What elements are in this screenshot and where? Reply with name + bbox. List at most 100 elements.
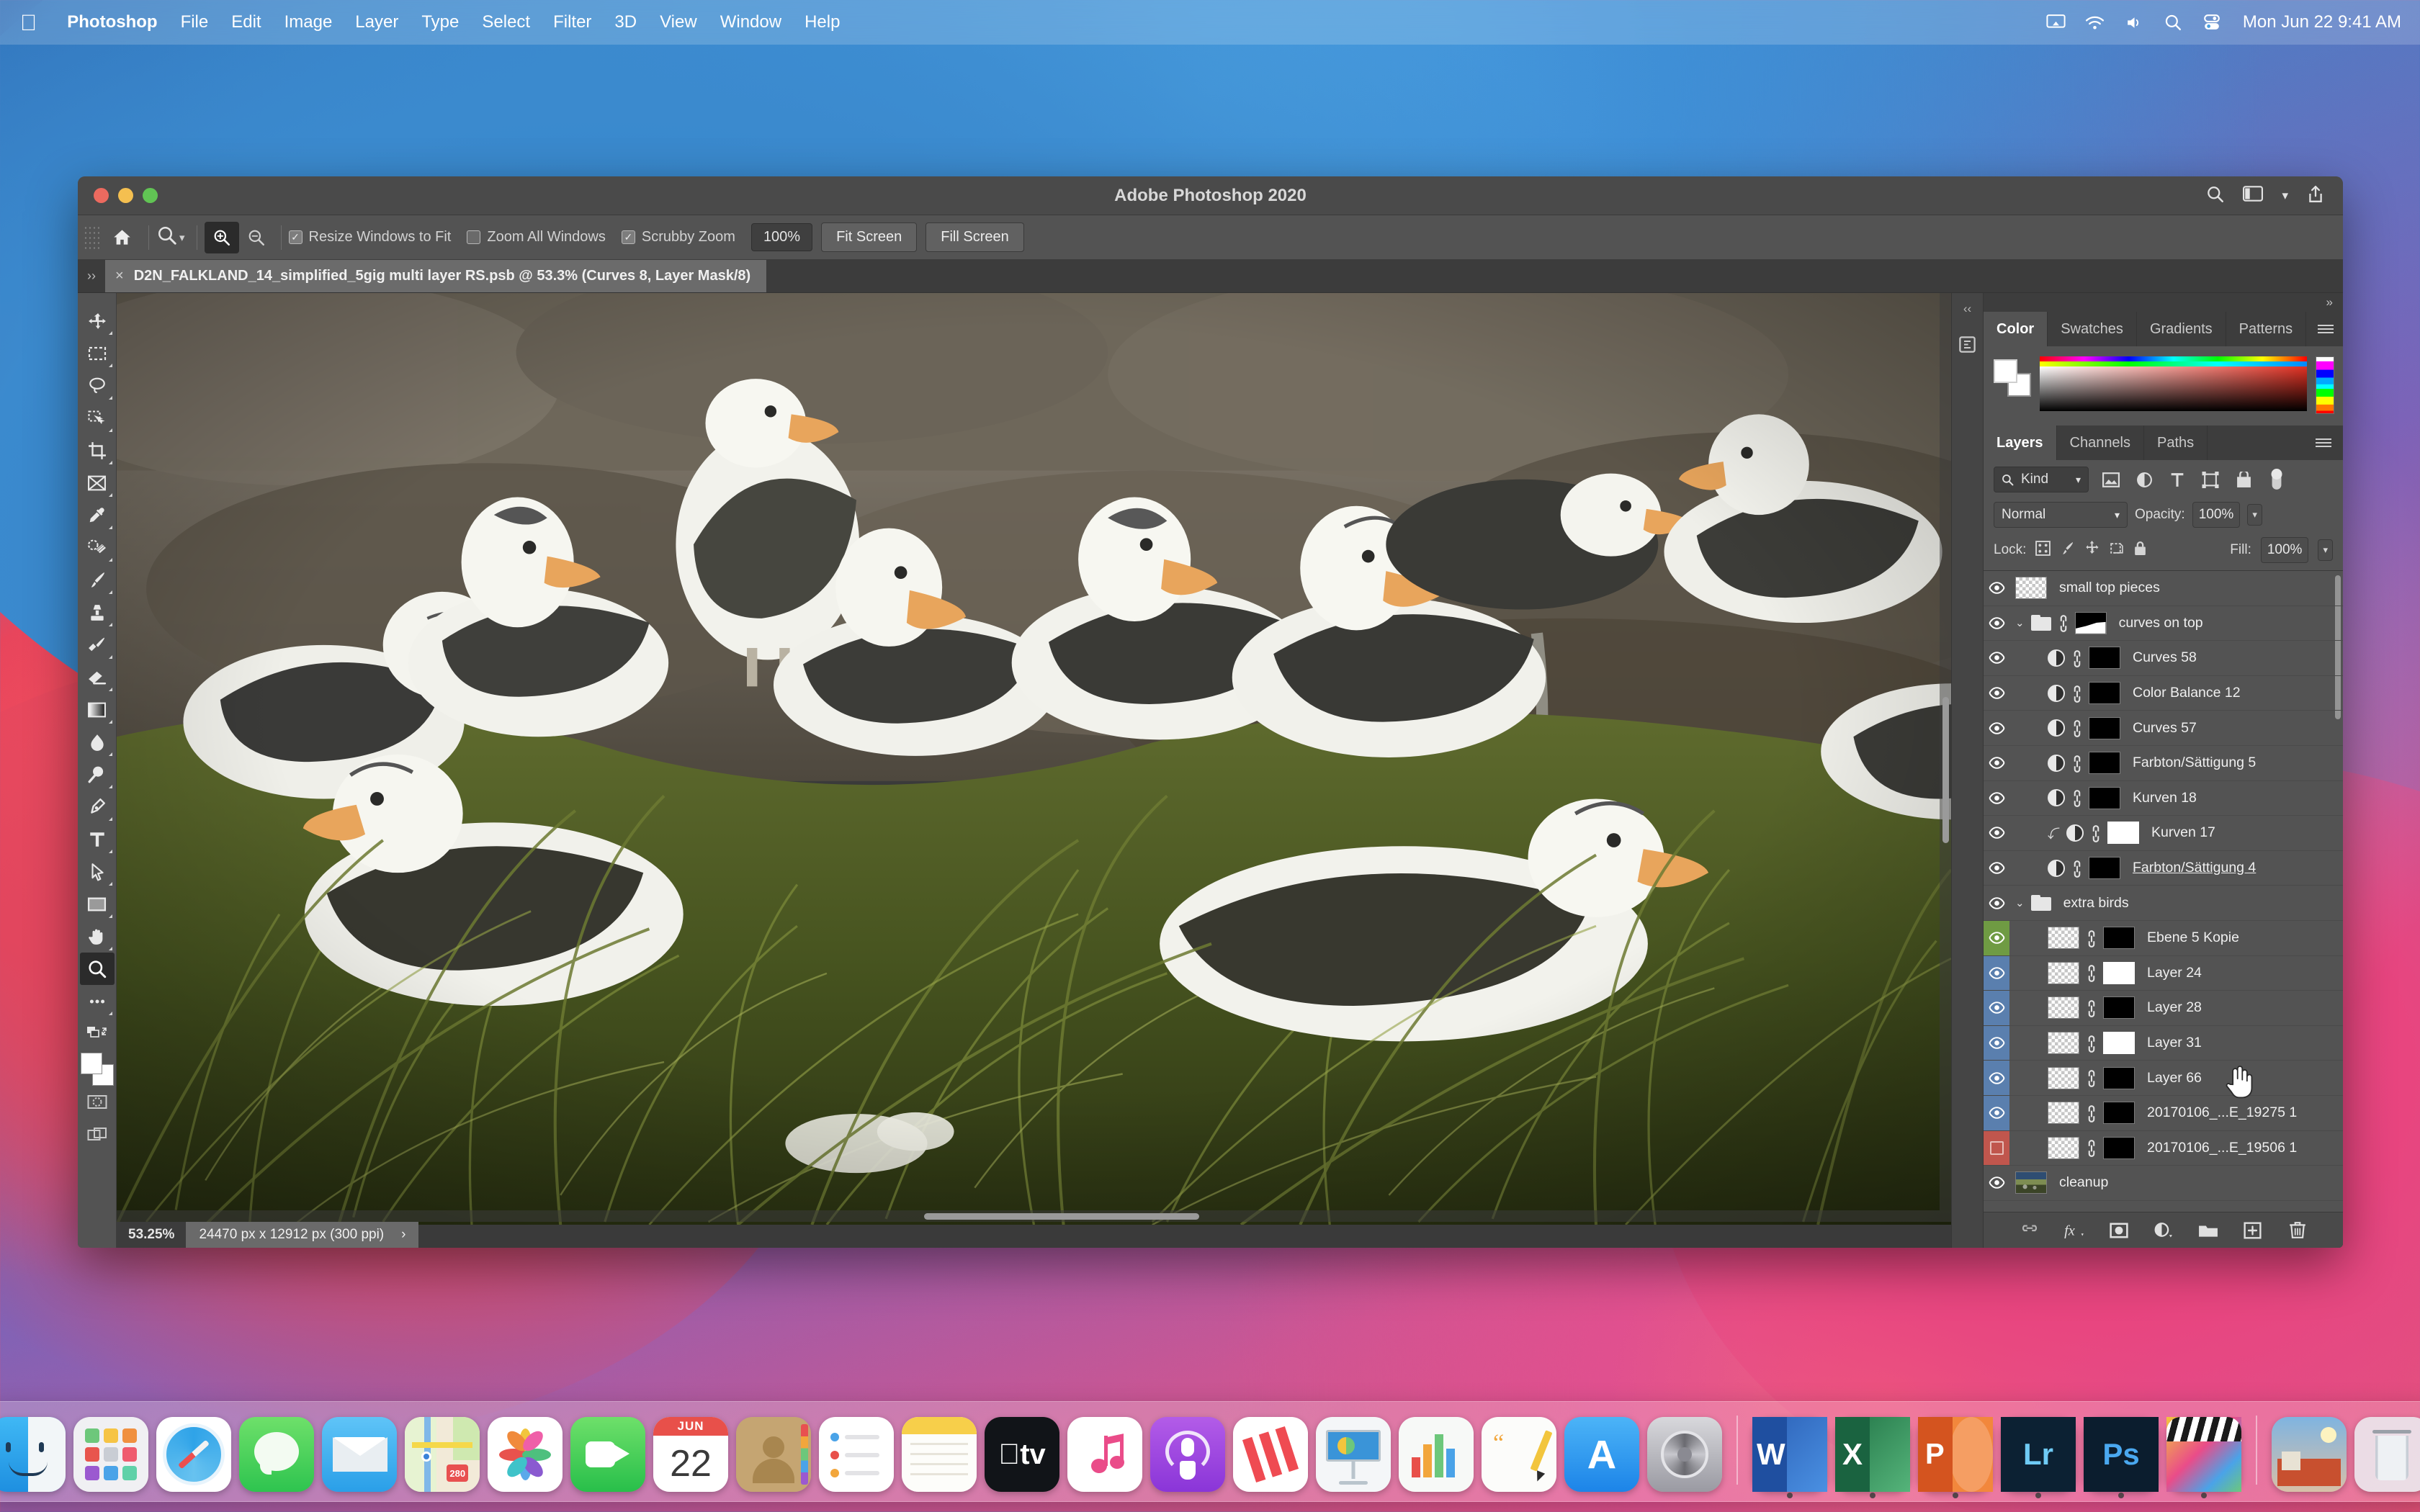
panel-collapse-bar[interactable]: » [1984, 293, 2343, 312]
move-tool[interactable] [80, 305, 115, 337]
brush-tool[interactable] [80, 564, 115, 596]
layer-list[interactable]: small top pieces ⌄ curves on top Curves 58 C… [1984, 571, 2343, 1212]
layer-thumbnail[interactable] [2015, 577, 2047, 600]
layer-thumbnail[interactable] [2048, 1102, 2079, 1125]
layer-row-body[interactable]: ⤵ Kurven 17 [2009, 822, 2343, 845]
lock-image-pixels-icon[interactable] [2060, 541, 2075, 559]
layer-row-body[interactable]: Farbton/Sättigung 4 [2009, 857, 2343, 880]
dock-item-messages[interactable] [239, 1417, 314, 1492]
dock-item-microsoft-powerpoint[interactable]: P [1918, 1417, 1993, 1498]
volume-icon[interactable] [2115, 15, 2154, 30]
chevron-down-icon[interactable]: ▾ [2282, 189, 2288, 203]
dock-item-adobe-lightroom[interactable]: Lr [2001, 1417, 2076, 1498]
tab-layers[interactable]: Layers [1984, 426, 2057, 460]
rectangular-marquee-tool[interactable] [80, 337, 115, 369]
dock-item-photos[interactable] [488, 1417, 563, 1492]
screen-mirroring-icon[interactable] [2037, 14, 2076, 30]
mask-link-icon[interactable] [2086, 930, 2097, 948]
layer-row[interactable]: Layer 28 [1984, 991, 2343, 1026]
layer-mask-thumbnail[interactable] [2103, 1102, 2135, 1125]
menu-item-window[interactable]: Window [709, 12, 793, 32]
fill-stepper-chevron-icon[interactable]: ▾ [2318, 539, 2333, 561]
frame-tool[interactable] [80, 467, 115, 499]
dock-item-microsoft-word[interactable]: W [1752, 1417, 1827, 1498]
adjustment-layer-thumbnail[interactable] [2066, 824, 2084, 842]
home-icon[interactable] [102, 228, 141, 246]
dock-item-numbers[interactable] [1399, 1417, 1474, 1492]
dock-item-downloads-stack[interactable] [2272, 1417, 2347, 1492]
layer-visibility-off-icon[interactable] [1984, 1130, 2009, 1166]
layer-visibility-eye-icon[interactable] [1984, 781, 2009, 816]
delete-layer-icon[interactable] [2285, 1220, 2310, 1241]
apple-logo-icon[interactable]:  [20, 12, 37, 34]
adjustment-layer-thumbnail[interactable] [2048, 684, 2065, 702]
wifi-icon[interactable] [2076, 15, 2115, 30]
layer-visibility-eye-icon[interactable] [1984, 1166, 2009, 1200]
checkbox-icon[interactable]: ✓ [288, 230, 302, 244]
color-panel-swatches[interactable] [1994, 359, 2031, 397]
dock-item-reminders[interactable] [819, 1417, 894, 1492]
zoom-tool-preset-icon[interactable] [156, 225, 178, 251]
layer-row[interactable]: Farbton/Sättigung 5 [1984, 746, 2343, 781]
minimize-button[interactable] [118, 188, 133, 203]
layer-row-body[interactable]: Curves 57 [2009, 716, 2343, 739]
share-icon[interactable] [2307, 185, 2324, 207]
dock-item-trash[interactable] [2354, 1417, 2420, 1492]
layer-mask-thumbnail[interactable] [2103, 1136, 2135, 1159]
layer-row[interactable]: Layer 66 [1984, 1061, 2343, 1096]
dock-item-mail[interactable] [322, 1417, 397, 1492]
dock-item-news[interactable] [1233, 1417, 1308, 1492]
canvas-horizontal-scrollbar[interactable] [117, 1210, 1951, 1222]
layer-row-body[interactable]: 20170106_...E_19506 1 [2009, 1136, 2343, 1159]
tab-paths[interactable]: Paths [2144, 426, 2208, 460]
zoom-percent-field[interactable]: 100% [750, 223, 813, 251]
dock-item-final-cut-pro[interactable] [2166, 1417, 2241, 1498]
dock-item-safari[interactable] [156, 1417, 231, 1492]
layer-mask-thumbnail[interactable] [2089, 752, 2120, 775]
layer-row[interactable]: Layer 31 [1984, 1025, 2343, 1061]
menu-item-select[interactable]: Select [470, 12, 542, 32]
menu-item-layer[interactable]: Layer [344, 12, 410, 32]
mask-link-icon[interactable] [2058, 614, 2069, 633]
document-canvas[interactable]: 53.25% 24470 px x 12912 px (300 ppi) › [117, 293, 1951, 1248]
layer-row-body[interactable]: Layer 31 [2009, 1032, 2343, 1055]
tab-channels[interactable]: Channels [2057, 426, 2145, 460]
dock-item-tv[interactable]: tv [985, 1417, 1059, 1492]
dock-item-facetime[interactable] [570, 1417, 645, 1492]
add-layer-style-icon[interactable]: fx [2062, 1220, 2087, 1241]
adjustment-layer-thumbnail[interactable] [2048, 719, 2065, 737]
add-layer-mask-icon[interactable] [2107, 1220, 2131, 1241]
foreground-background-color-swatch[interactable] [80, 1053, 114, 1086]
layer-row[interactable]: 20170106_...E_19506 1 [1984, 1130, 2343, 1166]
layer-mask-thumbnail[interactable] [2107, 822, 2139, 845]
layer-row[interactable]: cleanup [1984, 1166, 2343, 1201]
menu-item-view[interactable]: View [648, 12, 709, 32]
lock-artboard-icon[interactable] [2109, 541, 2124, 559]
layer-thumbnail[interactable] [2015, 1171, 2047, 1194]
layer-mask-thumbnail[interactable] [2089, 682, 2120, 705]
layer-mask-thumbnail[interactable] [2103, 1032, 2135, 1055]
tab-patterns[interactable]: Patterns [2226, 312, 2307, 346]
properties-panel-icon[interactable] [1958, 335, 1977, 358]
tab-gradients[interactable]: Gradients [2137, 312, 2226, 346]
lock-transparent-pixels-icon[interactable] [2035, 541, 2051, 559]
layer-visibility-eye-icon[interactable] [1984, 641, 2009, 675]
layer-row-body[interactable]: Curves 58 [2009, 647, 2343, 670]
layer-row-body[interactable]: Layer 24 [2009, 961, 2343, 984]
checkbox-icon[interactable] [467, 230, 481, 244]
menu-item-edit[interactable]: Edit [220, 12, 272, 32]
fill-value[interactable]: 100% [2260, 537, 2309, 563]
layer-mask-thumbnail[interactable] [2103, 961, 2135, 984]
status-document-size[interactable]: 24470 px x 12912 px (300 ppi) › [186, 1222, 419, 1248]
layer-visibility-eye-icon[interactable] [1984, 606, 2009, 641]
layer-row-body[interactable]: Ebene 5 Kopie [2009, 927, 2343, 950]
layer-row[interactable]: ⌄ curves on top [1984, 606, 2343, 642]
foreground-color-swatch[interactable] [80, 1053, 102, 1074]
filter-smart-object-icon[interactable] [2233, 471, 2254, 488]
zoom-out-tool-button[interactable] [239, 222, 274, 253]
layer-visibility-eye-icon[interactable] [1984, 886, 2009, 920]
blend-mode-select[interactable]: Normal ▾ [1994, 502, 2128, 528]
link-layers-icon[interactable] [2017, 1220, 2042, 1241]
layer-visibility-eye-icon[interactable] [1984, 571, 2009, 606]
mask-link-icon[interactable] [2086, 1104, 2097, 1122]
